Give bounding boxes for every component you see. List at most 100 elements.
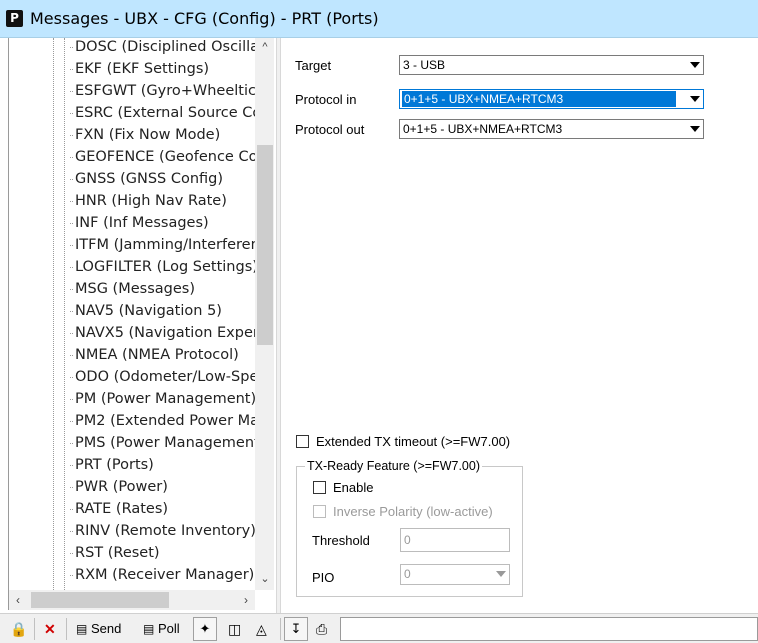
extended-tx-timeout-checkbox[interactable] — [296, 435, 309, 448]
send-label: Send — [90, 621, 122, 636]
record-button[interactable]: ↧ — [284, 617, 308, 641]
message-tree[interactable]: DOSC (Disciplined Oscillat EKF (EKF Setti… — [8, 38, 274, 610]
send-button[interactable]: ▤ Send — [76, 618, 121, 640]
tree-item[interactable]: RXM (Receiver Manager) — [69, 564, 255, 586]
inverse-polarity-checkbox[interactable] — [313, 505, 326, 518]
tree-item-label: GNSS (GNSS Config) — [75, 171, 224, 187]
toolbar-separator — [66, 618, 67, 640]
pio-label: PIO — [312, 570, 335, 585]
scroll-down-arrow-icon[interactable]: ⌄ — [255, 570, 274, 588]
tree-vertical-scrollbar[interactable]: ^ ⌄ — [255, 38, 274, 590]
tree-item-label: PM2 (Extended Power Man — [75, 413, 255, 429]
tree-item[interactable]: RST (Reset) — [69, 542, 255, 564]
tree-item[interactable]: RINV (Remote Inventory) — [69, 520, 255, 542]
tree-vertical-scroll-thumb[interactable] — [257, 145, 273, 345]
bottom-toolbar: 🔒 ✕ ▤ Send ▤ Poll ✦ ◫ ◬ ↧ ⎙ — [0, 613, 758, 643]
pio-value: 0 — [404, 567, 411, 581]
tree-item[interactable]: GEOFENCE (Geofence Conf — [69, 146, 255, 168]
chevron-down-icon[interactable] — [685, 90, 703, 108]
tree-item-label: EKF (EKF Settings) — [75, 61, 210, 77]
poll-auto-button[interactable]: ✦ — [193, 617, 217, 641]
load-icon: ◫ — [228, 621, 242, 637]
chevron-down-icon[interactable] — [685, 56, 703, 74]
tree-item[interactable]: PRT (Ports) — [69, 454, 255, 476]
tree-item[interactable]: PMS (Power Management — [69, 432, 255, 454]
tree-item[interactable]: ESFGWT (Gyro+Wheeltick) — [69, 80, 255, 102]
config-pane: Target 3 - USB Protocol in 0+1+5 - UBX+N… — [282, 38, 758, 613]
title-bar: P Messages - UBX - CFG (Config) - PRT (P… — [0, 0, 758, 38]
protocol-out-label: Protocol out — [295, 122, 365, 137]
clear-button[interactable]: ✕ — [44, 618, 56, 640]
tree-item[interactable]: EKF (EKF Settings) — [69, 58, 255, 80]
tx-ready-group: TX-Ready Feature (>=FW7.00) Enable Inver… — [296, 459, 523, 597]
print-button[interactable]: ⎙ — [316, 618, 327, 640]
tree-item[interactable]: NAVX5 (Navigation Expert — [69, 322, 255, 344]
tree-item[interactable]: RATE (Rates) — [69, 498, 255, 520]
tree-item-label: RATE (Rates) — [75, 501, 169, 517]
close-icon: ✕ — [44, 621, 56, 637]
tree-item[interactable]: DOSC (Disciplined Oscillat — [69, 38, 255, 58]
tree-item-label: RXM (Receiver Manager) — [75, 567, 255, 583]
status-field — [340, 617, 758, 641]
tree-item[interactable]: PM2 (Extended Power Man — [69, 410, 255, 432]
tree-item-label: PRT (Ports) — [75, 457, 154, 473]
tree-item-label: ITFM (Jamming/Interferenc — [75, 237, 255, 253]
inverse-polarity-label: Inverse Polarity (low-active) — [333, 504, 493, 519]
tree-item[interactable]: ODO (Odometer/Low-Spe — [69, 366, 255, 388]
tree-item[interactable]: HNR (High Nav Rate) — [69, 190, 255, 212]
tree-item-label: RINV (Remote Inventory) — [75, 523, 255, 539]
chevron-down-icon[interactable] — [685, 120, 703, 138]
target-select[interactable]: 3 - USB — [399, 55, 704, 75]
extended-tx-timeout-label: Extended TX timeout (>=FW7.00) — [316, 434, 511, 449]
pio-select[interactable]: 0 — [400, 564, 510, 585]
save-icon: ◬ — [256, 621, 267, 637]
enable-checkbox[interactable] — [313, 481, 326, 494]
tree-item[interactable]: PM (Power Management) — [69, 388, 255, 410]
tree-item[interactable]: NAV5 (Navigation 5) — [69, 300, 255, 322]
window-title: Messages - UBX - CFG (Config) - PRT (Por… — [30, 9, 379, 28]
scroll-right-arrow-icon[interactable]: › — [237, 590, 255, 610]
poll-icon: ▤ — [143, 622, 155, 636]
app-icon: P — [6, 10, 23, 27]
poll-button[interactable]: ▤ Poll — [143, 618, 180, 640]
threshold-value: 0 — [404, 533, 411, 547]
tree-item[interactable]: GNSS (GNSS Config) — [69, 168, 255, 190]
tree-item[interactable]: ITFM (Jamming/Interferenc — [69, 234, 255, 256]
scroll-up-arrow-icon[interactable]: ^ — [255, 38, 274, 56]
tree-item-label: GEOFENCE (Geofence Conf — [75, 149, 255, 165]
lock-button[interactable]: 🔒 — [10, 618, 27, 640]
tree-item[interactable]: PWR (Power) — [69, 476, 255, 498]
tree-horizontal-scrollbar[interactable]: ‹ › — [9, 590, 255, 610]
protocol-out-select[interactable]: 0+1+5 - UBX+NMEA+RTCM3 — [399, 119, 704, 139]
threshold-input[interactable]: 0 — [400, 528, 510, 552]
tree-item[interactable]: INF (Inf Messages) — [69, 212, 255, 234]
tree-item-label: FXN (Fix Now Mode) — [75, 127, 221, 143]
tree-item-label: MSG (Messages) — [75, 281, 195, 297]
tree-item-label: RST (Reset) — [75, 545, 160, 561]
tree-item-label: ODO (Odometer/Low-Spe — [75, 369, 255, 385]
tree-item-label: ESFGWT (Gyro+Wheeltick) — [75, 83, 255, 99]
save-button[interactable]: ◬ — [256, 618, 267, 640]
chevron-down-icon[interactable] — [491, 565, 509, 583]
tree-horizontal-scroll-thumb[interactable] — [31, 592, 169, 608]
record-icon: ↧ — [290, 621, 302, 636]
load-button[interactable]: ◫ — [228, 618, 241, 640]
tree-item[interactable]: NMEA (NMEA Protocol) — [69, 344, 255, 366]
tree-item-label: ESRC (External Source Con — [75, 105, 255, 121]
tree-item-label: PWR (Power) — [75, 479, 168, 495]
tree-item[interactable]: ESRC (External Source Con — [69, 102, 255, 124]
scroll-left-arrow-icon[interactable]: ‹ — [9, 590, 27, 610]
wizard-icon: ✦ — [199, 621, 211, 636]
protocol-in-select[interactable]: 0+1+5 - UBX+NMEA+RTCM3 — [399, 89, 704, 109]
tree-item[interactable]: LOGFILTER (Log Settings) — [69, 256, 255, 278]
lock-icon: 🔒 — [10, 621, 28, 637]
threshold-label: Threshold — [312, 533, 370, 548]
tree-item-label: LOGFILTER (Log Settings) — [75, 259, 255, 275]
tree-item-label: HNR (High Nav Rate) — [75, 193, 227, 209]
target-label: Target — [295, 58, 332, 73]
tree-item[interactable]: MSG (Messages) — [69, 278, 255, 300]
pane-splitter[interactable] — [276, 38, 281, 613]
tree-item[interactable]: FXN (Fix Now Mode) — [69, 124, 255, 146]
printer-icon: ⎙ — [316, 621, 328, 637]
protocol-out-value: 0+1+5 - UBX+NMEA+RTCM3 — [403, 122, 563, 136]
